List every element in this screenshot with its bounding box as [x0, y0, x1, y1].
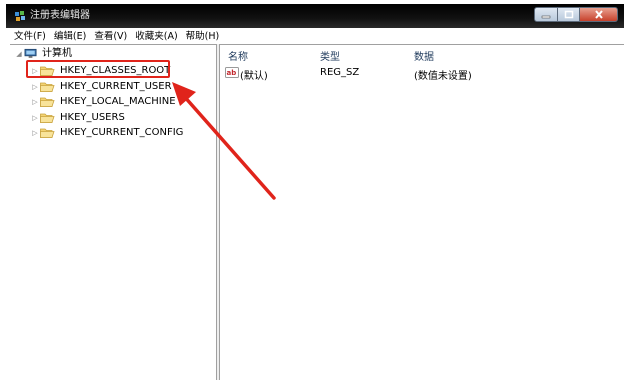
annotation-arrow-icon: [172, 82, 276, 200]
